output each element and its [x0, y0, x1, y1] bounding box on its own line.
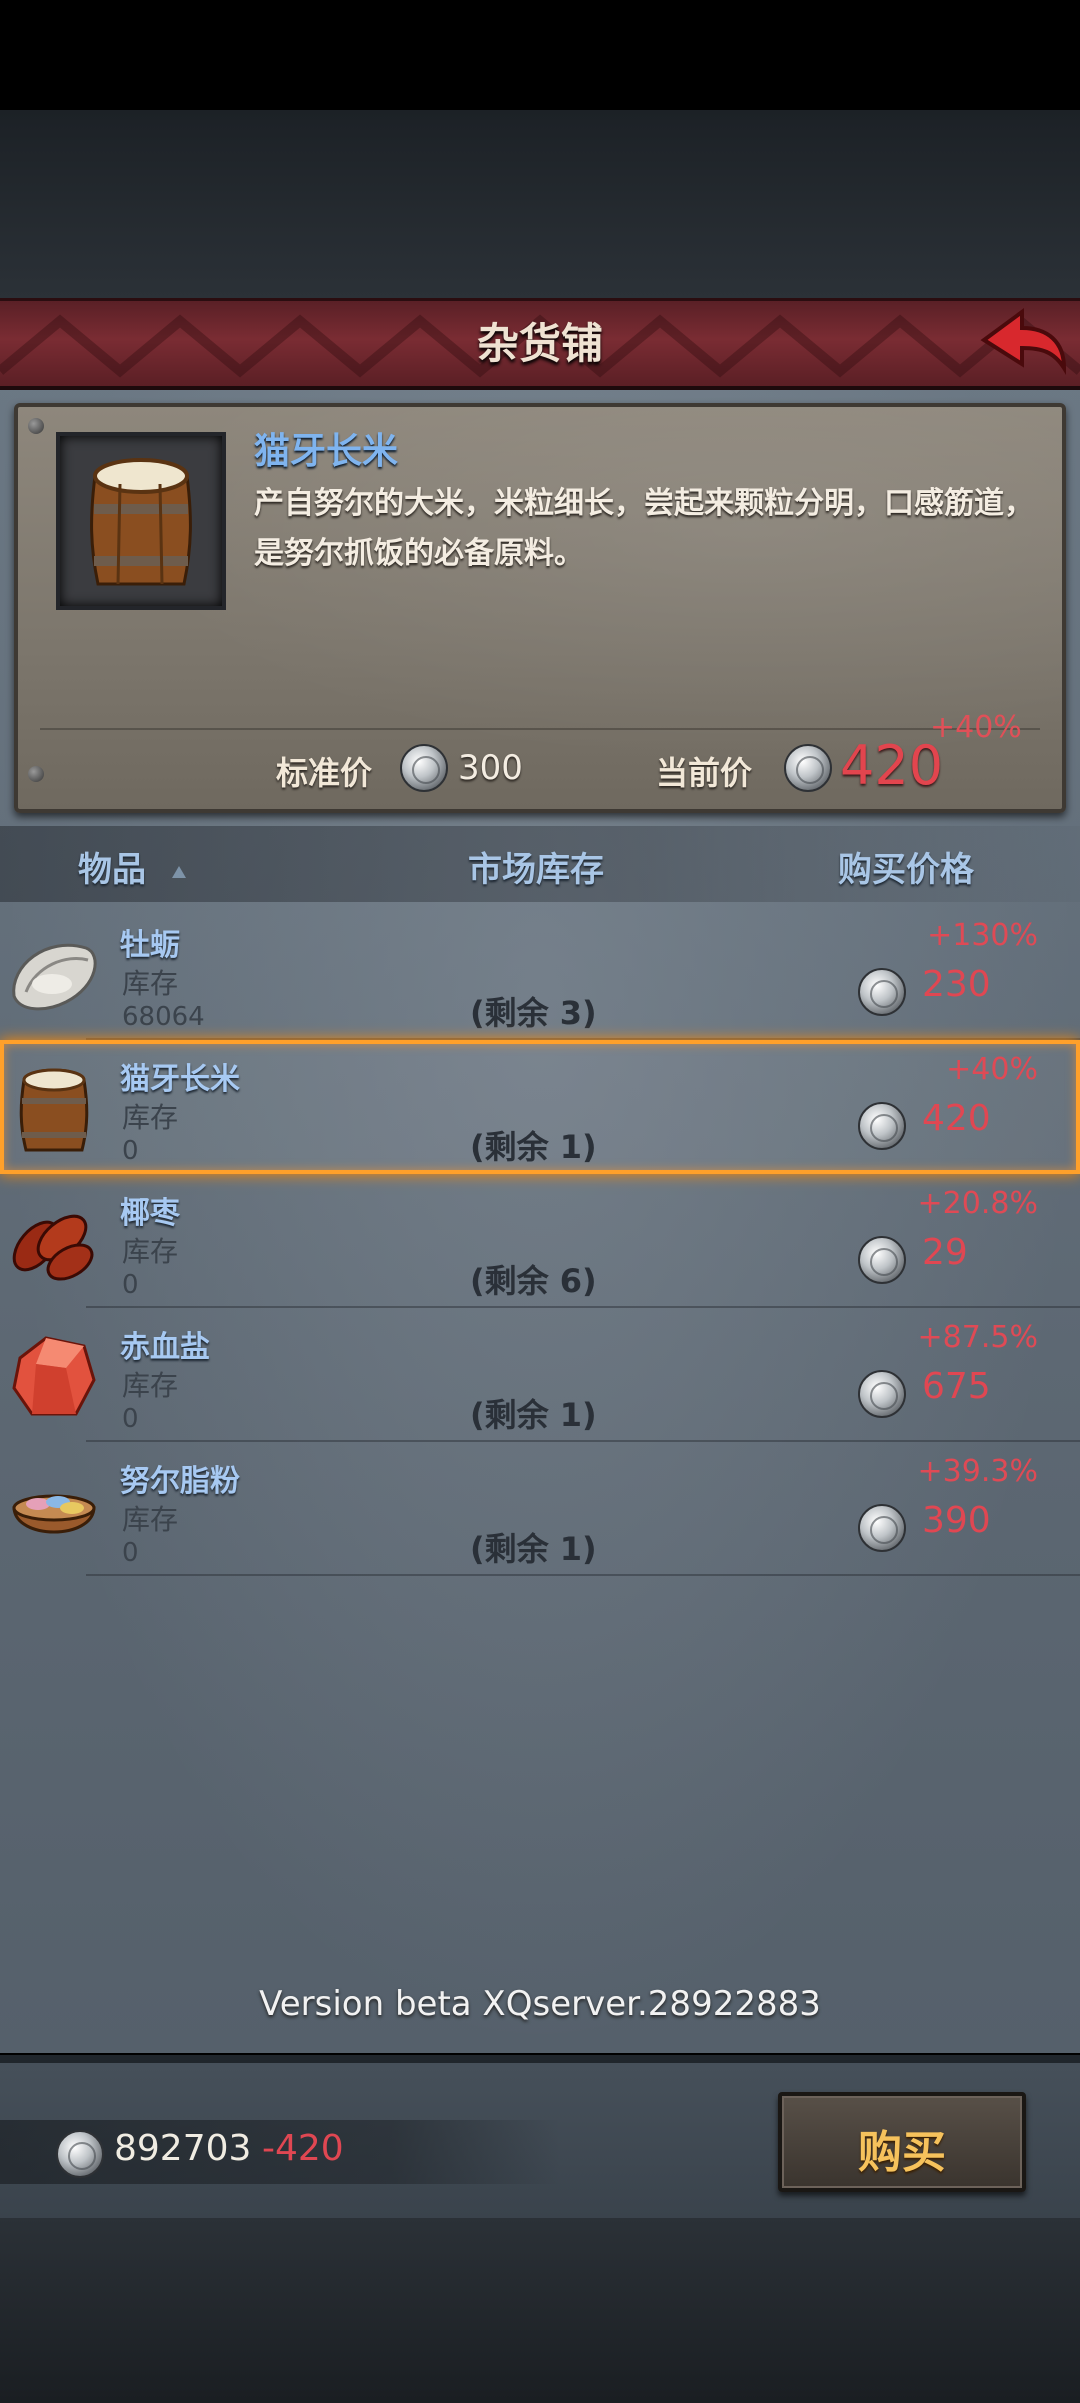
column-header-buy-price[interactable]: 购买价格: [838, 842, 974, 891]
powder-bowl-icon: [12, 1494, 96, 1534]
item-stock-label: 库存: [122, 1369, 179, 1402]
silver-coin-icon: [56, 2130, 104, 2178]
silver-coin-icon: [858, 1102, 906, 1150]
item-name: 猫牙长米: [120, 1062, 240, 1097]
list-item[interactable]: 赤血盐 库存 0 (剩余 1) +87.5% 675: [0, 1308, 1080, 1442]
item-price: 230: [922, 964, 991, 1005]
item-stock-label: 库存: [122, 1503, 179, 1536]
item-preview-frame: [56, 432, 226, 610]
bottom-backdrop: [0, 2218, 1080, 2403]
rice-barrel-icon: [90, 458, 192, 586]
item-price-change: +39.3%: [917, 1454, 1038, 1489]
silver-coin-icon: [784, 744, 832, 792]
row-divider: [86, 1574, 1080, 1576]
silver-coin-icon: [858, 1504, 906, 1552]
selected-item-description: 产自努尔的大米，米粒细长，尝起来颗粒分明，口感筋道，是努尔抓饭的必备原料。: [254, 486, 1034, 571]
item-remaining: (剩余 6): [470, 1262, 597, 1300]
wallet-balance: 892703: [114, 2128, 252, 2169]
item-name: 赤血盐: [120, 1330, 210, 1365]
list-item[interactable]: 椰枣 库存 0 (剩余 6) +20.8% 29: [0, 1174, 1080, 1308]
item-stock-label: 库存: [122, 1101, 179, 1134]
list-item[interactable]: 努尔脂粉 库存 0 (剩余 1) +39.3% 390: [0, 1442, 1080, 1576]
back-button[interactable]: [978, 302, 1068, 382]
item-stock-label: 库存: [122, 1235, 179, 1268]
silver-coin-icon: [858, 1370, 906, 1418]
item-stock-value: 0: [122, 1136, 139, 1166]
rivet: [28, 418, 44, 434]
silver-coin-icon: [400, 744, 448, 792]
sort-ascending-icon: [172, 866, 186, 878]
status-bar-area: [0, 0, 1080, 110]
item-remaining: (剩余 1): [470, 1396, 597, 1434]
red-salt-icon: [12, 1336, 96, 1416]
item-name: 努尔脂粉: [120, 1464, 240, 1499]
item-price-change: +40%: [946, 1052, 1038, 1087]
shop-title: 杂货铺: [476, 319, 603, 368]
standard-price-label: 标准价: [276, 754, 373, 792]
current-price-label: 当前价: [656, 754, 753, 792]
item-price: 675: [922, 1366, 991, 1407]
item-remaining: (剩余 1): [470, 1128, 597, 1166]
buy-button-label: 购买: [858, 2127, 946, 2178]
list-item[interactable]: 牡蛎 库存 68064 (剩余 3) +130% 230: [0, 906, 1080, 1040]
item-remaining: (剩余 3): [470, 994, 597, 1032]
rivet: [28, 766, 44, 782]
item-price-change: +87.5%: [917, 1320, 1038, 1355]
item-stock-value: 0: [122, 1270, 139, 1300]
item-stock-value: 0: [122, 1538, 139, 1568]
item-stock-label: 库存: [122, 967, 179, 1000]
selected-item-name: 猫牙长米: [254, 431, 399, 472]
column-header-item[interactable]: 物品: [78, 842, 146, 891]
top-backdrop: [0, 110, 1080, 298]
item-price-change: +20.8%: [917, 1186, 1038, 1221]
rice-barrel-icon: [19, 1068, 89, 1152]
version-label: Version beta XQserver.28922883: [259, 1984, 821, 2024]
item-remaining: (剩余 1): [470, 1530, 597, 1568]
item-name: 牡蛎: [120, 928, 180, 963]
standard-price-value: 300: [458, 748, 523, 788]
item-name: 椰枣: [120, 1196, 180, 1231]
oyster-icon: [12, 943, 97, 1011]
current-price-value: 420: [840, 734, 944, 797]
item-price: 390: [922, 1500, 991, 1541]
current-price-change: +40%: [930, 710, 1022, 745]
panel-divider: [40, 728, 1040, 730]
list-item-selected[interactable]: 猫牙长米 库存 0 (剩余 1) +40% 420: [0, 1040, 1080, 1174]
dates-icon: [12, 1214, 94, 1281]
silver-coin-icon: [858, 968, 906, 1016]
item-stock-value: 0: [122, 1404, 139, 1434]
wallet-delta: -420: [262, 2128, 344, 2169]
back-arrow-icon: [980, 308, 1067, 375]
item-price-change: +130%: [927, 918, 1038, 953]
silver-coin-icon: [858, 1236, 906, 1284]
column-header-market-stock[interactable]: 市场库存: [468, 842, 604, 891]
item-price: 29: [922, 1232, 968, 1273]
item-price: 420: [922, 1098, 991, 1139]
buy-button[interactable]: 购买: [778, 2092, 1026, 2192]
item-stock-value: 68064: [122, 1002, 205, 1032]
